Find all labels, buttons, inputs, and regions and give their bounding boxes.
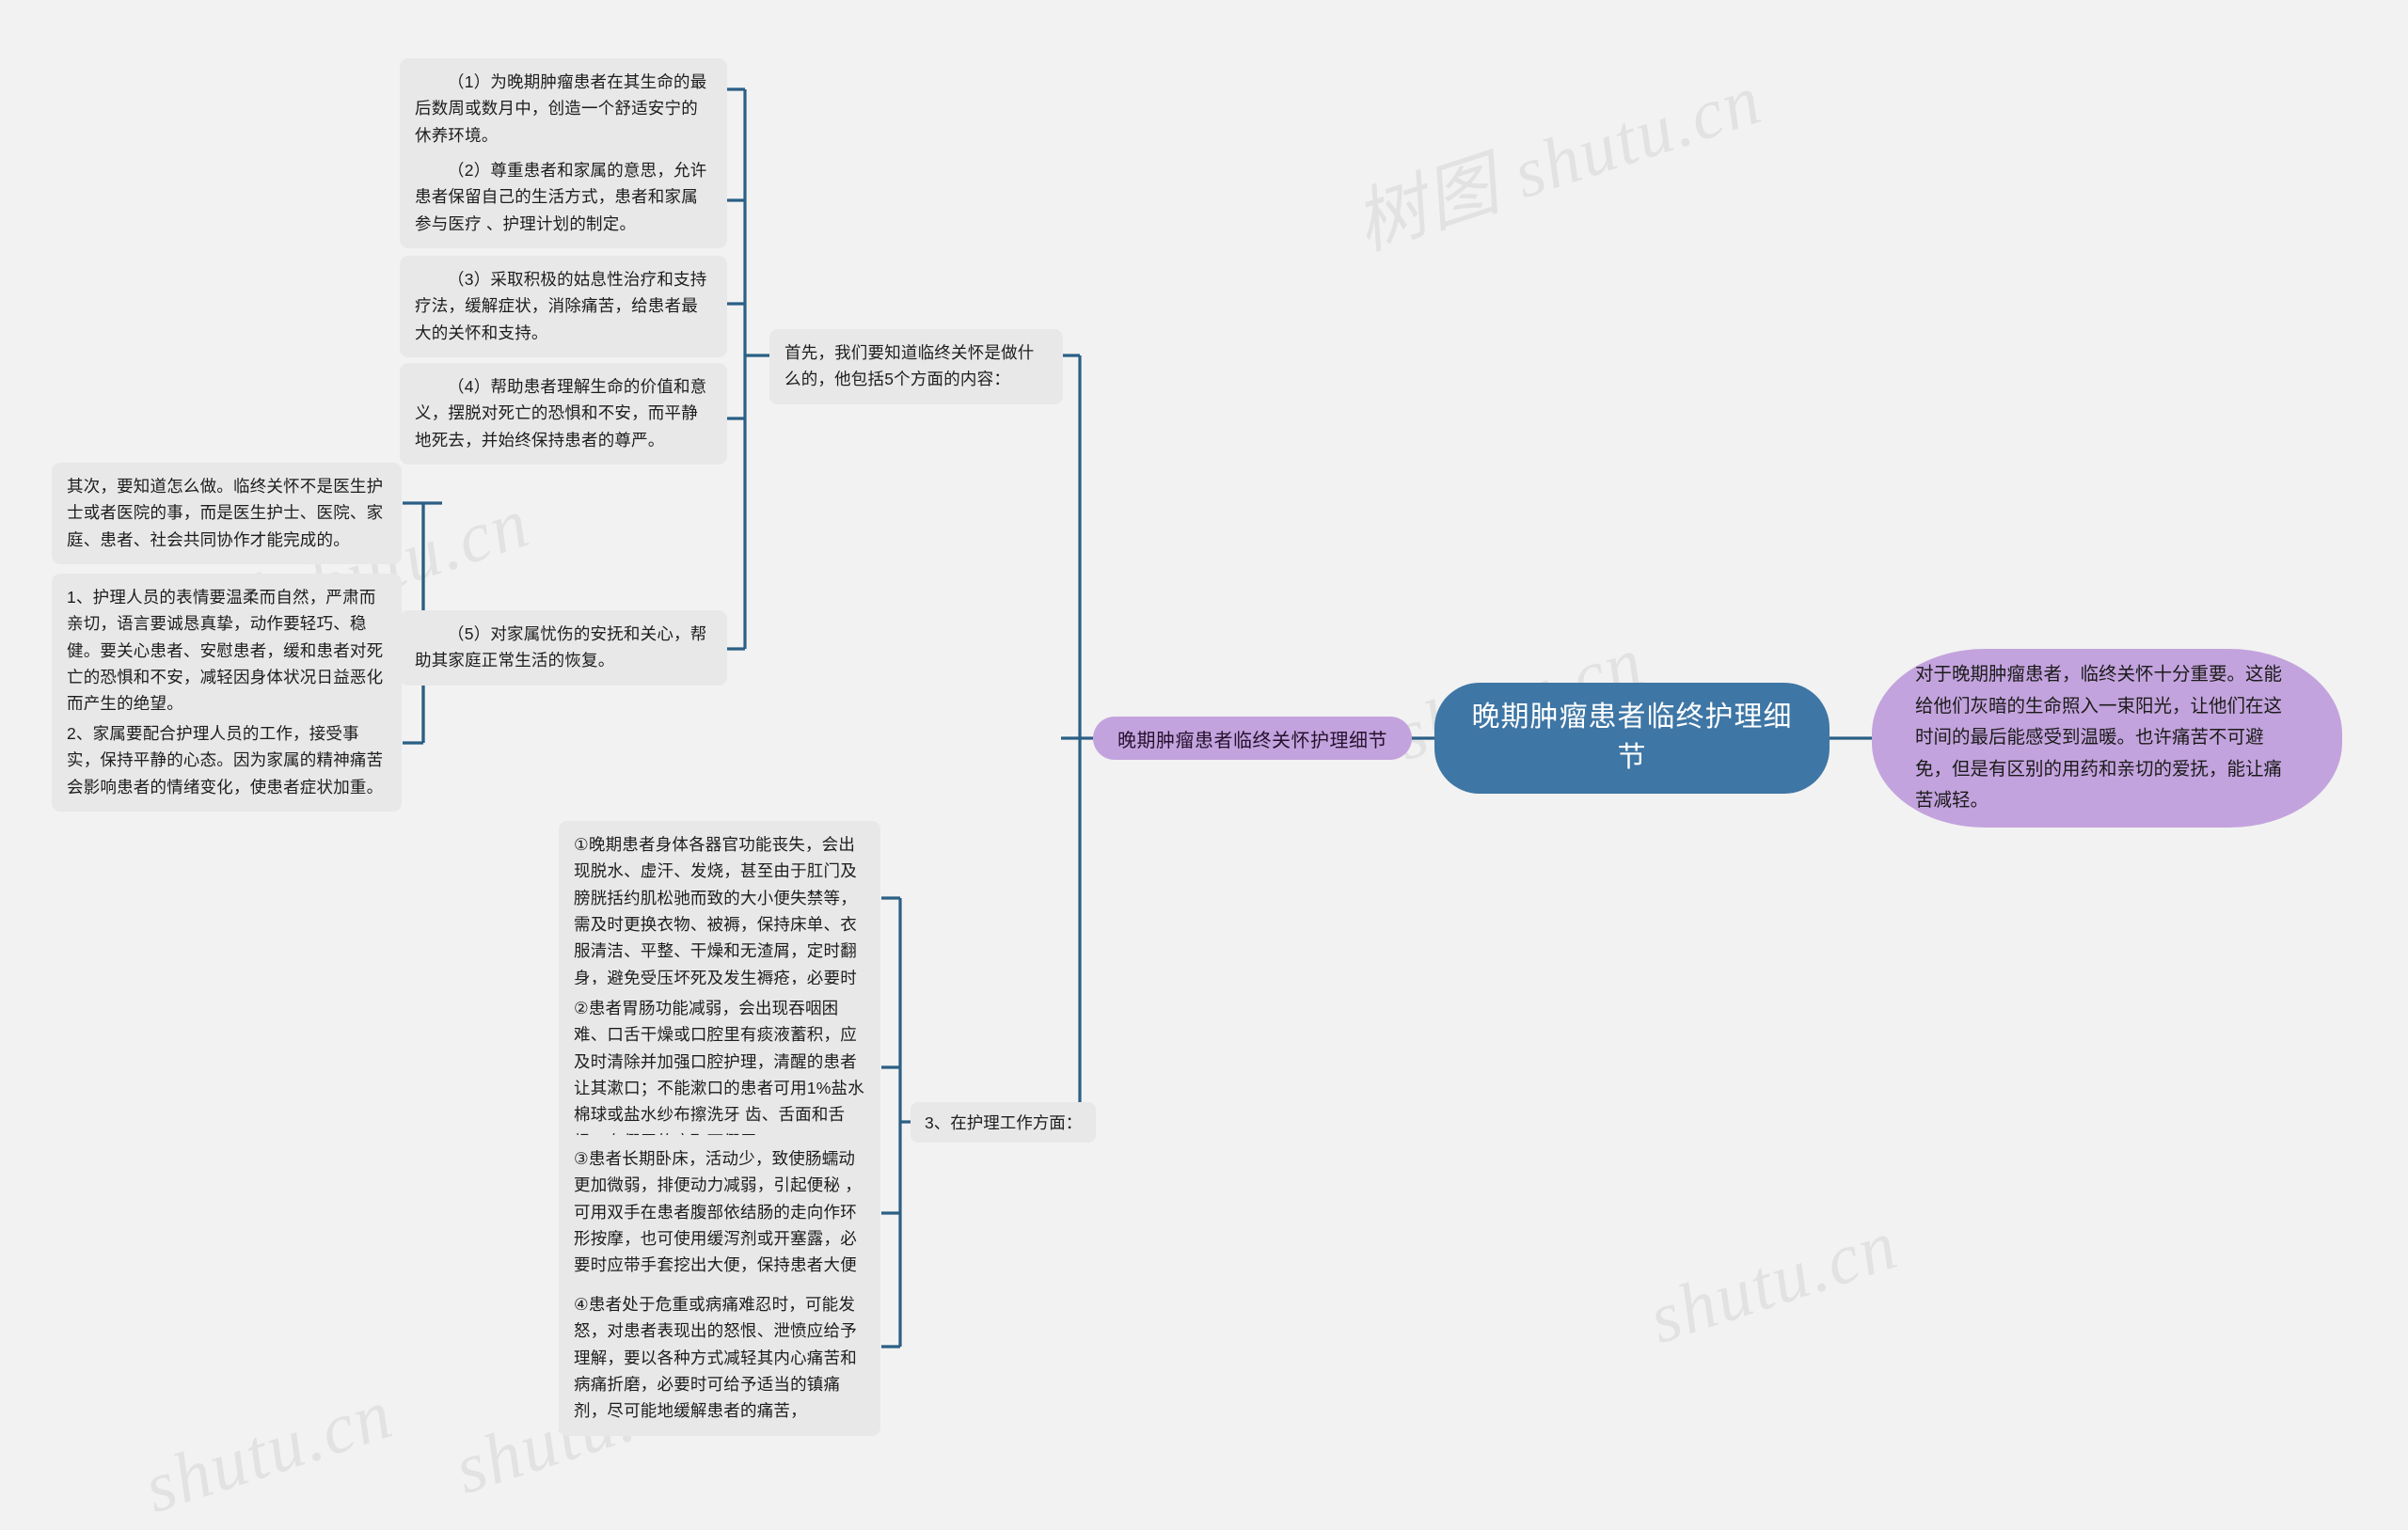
list-item[interactable]: （1）为晚期肿瘤患者在其生命的最后数周或数月中，创造一个舒适安宁的休养环境。 <box>400 58 727 161</box>
group-label-third[interactable]: 3、在护理工作方面： <box>911 1102 1097 1143</box>
watermark-text: 树图 shutu.cn <box>1345 59 1771 265</box>
list-item[interactable]: （2）尊重患者和家属的意思，允许患者保留自己的生活方式，患者和家属参与医疗 、护… <box>400 147 727 249</box>
watermark-text: shutu.cn <box>135 1374 403 1528</box>
summary-node[interactable]: 对于晚期肿瘤患者，临终关怀十分重要。这能给他们灰暗的生命照入一束阳光，让他们在这… <box>1872 649 2342 828</box>
list-item[interactable]: 1、护理人员的表情要温柔而自然，严肃而亲切，语言要诚恳真挚，动作要轻巧、稳健。要… <box>52 574 402 729</box>
watermark-text: shutu.cn <box>1640 1205 1908 1359</box>
list-item[interactable]: 2、家属要配合护理人员的工作，接受事实，保持平静的心态。因为家属的精神痛苦会影响… <box>52 710 402 812</box>
branch-node[interactable]: 晚期肿瘤患者临终关怀护理细节 <box>1093 717 1412 760</box>
root-node[interactable]: 晚期肿瘤患者临终护理细节 <box>1434 683 1830 794</box>
list-item[interactable]: （3）采取积极的姑息性治疗和支持疗法，缓解症状，消除痛苦，给患者最大的关怀和支持… <box>400 256 727 358</box>
list-item[interactable]: （4）帮助患者理解生命的价值和意义，摆脱对死亡的恐惧和不安，而平静地死去，并始终… <box>400 363 727 465</box>
list-item[interactable]: ④患者处于危重或病痛难忍时，可能发怒，对患者表现出的怒恨、泄愤应给予理解，要以各… <box>559 1281 880 1436</box>
list-item[interactable]: （5）对家属忧伤的安抚和关心，帮助其家庭正常生活的恢复。 <box>400 610 727 686</box>
group-label-first[interactable]: 首先，我们要知道临终关怀是做什么的，他包括5个方面的内容： <box>769 329 1063 404</box>
group-label-second[interactable]: 其次，要知道怎么做。临终关怀不是医生护士或者医院的事，而是医生护士、医院、家庭、… <box>52 463 402 565</box>
